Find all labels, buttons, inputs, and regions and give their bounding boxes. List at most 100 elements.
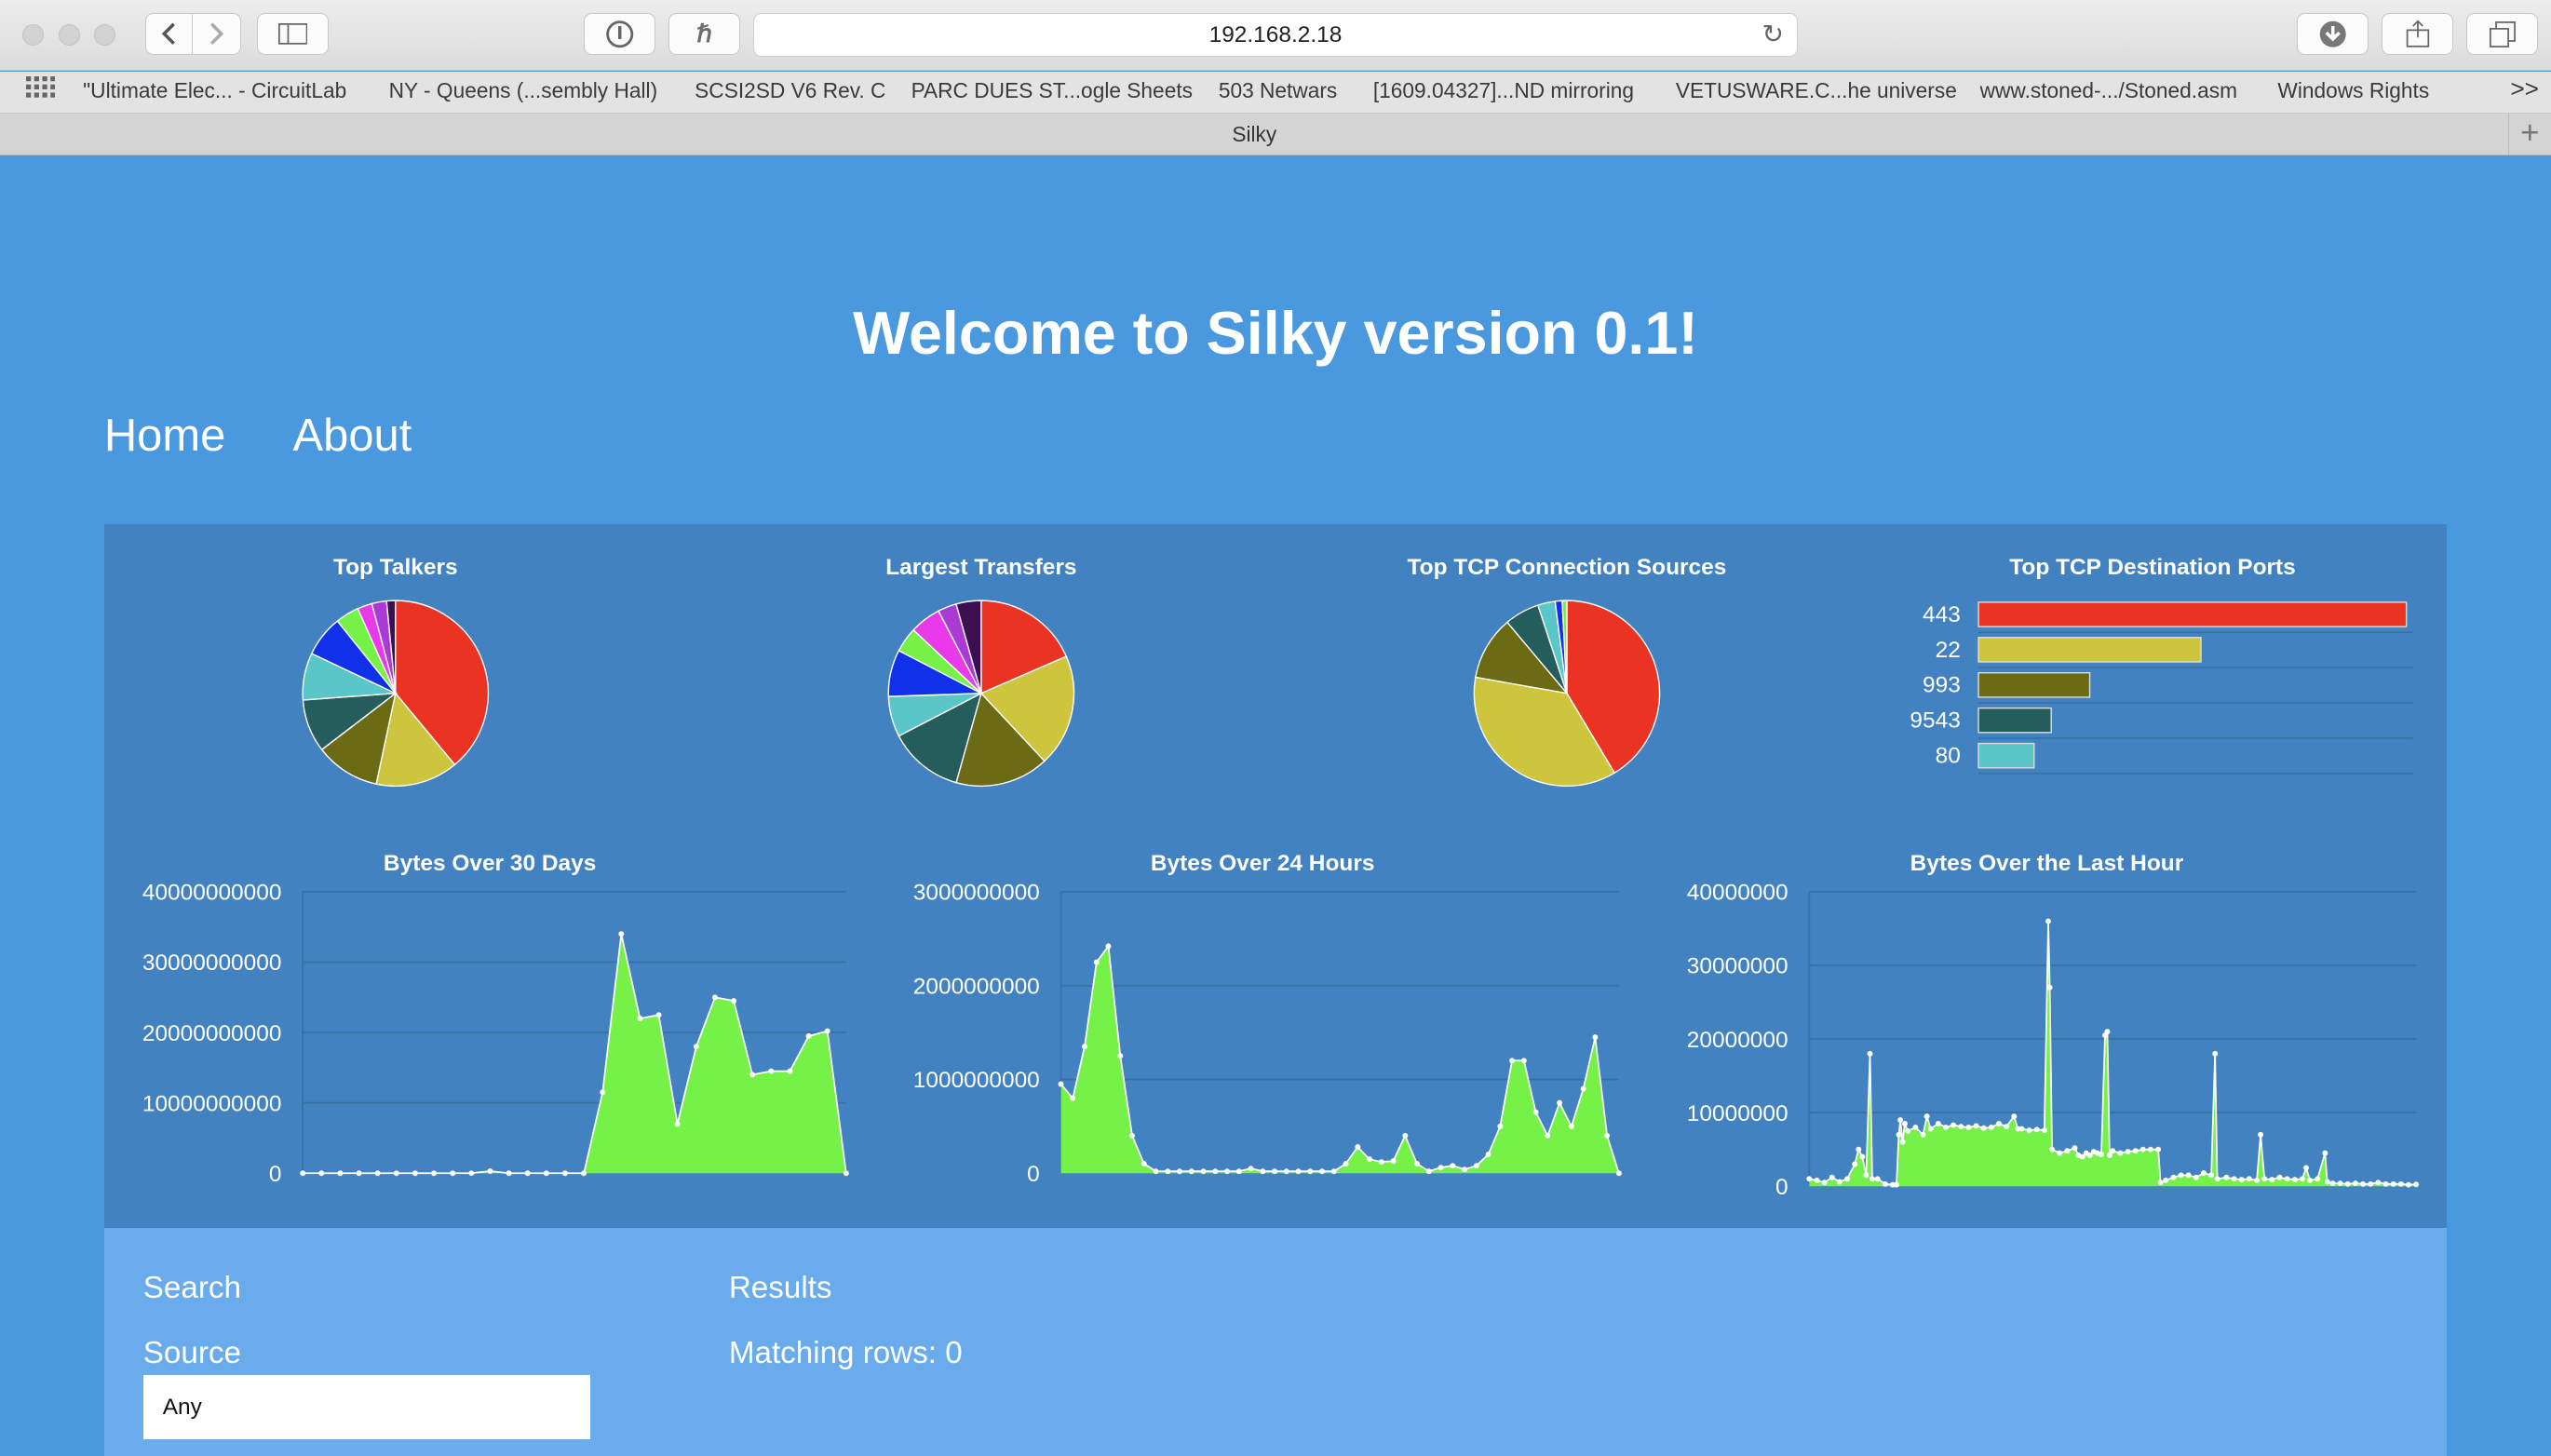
data-point <box>1806 1176 1813 1181</box>
tab-silky[interactable]: Silky <box>0 122 2509 147</box>
bookmark-item[interactable]: SCSI2SD V6 Rev. C <box>695 78 885 103</box>
bar-label: 9543 <box>1910 708 1960 733</box>
data-point <box>1128 1132 1135 1139</box>
data-point <box>1829 1174 1835 1180</box>
data-point <box>2315 1176 2321 1181</box>
data-point <box>2390 1180 2396 1187</box>
apps-grid-icon[interactable] <box>25 76 56 104</box>
data-point <box>1081 1043 1087 1049</box>
data-point <box>1461 1166 1467 1172</box>
y-tick-label: 20000000 <box>1687 1027 1788 1052</box>
bar <box>1977 636 2202 663</box>
data-point <box>2329 1180 2336 1186</box>
data-point <box>561 1169 568 1176</box>
data-point <box>1852 1161 1858 1167</box>
data-point <box>2064 1147 2071 1153</box>
data-point <box>730 997 736 1004</box>
data-point <box>2057 1150 2062 1156</box>
bookmarks-bar: "Ultimate Elec... - CircuitLab NY - Quee… <box>0 71 2551 114</box>
data-point <box>1343 1160 1349 1166</box>
bookmark-item[interactable]: "Ultimate Elec... - CircuitLab <box>83 78 346 103</box>
bar-label: 22 <box>1935 637 1960 662</box>
data-point <box>2193 1174 2199 1180</box>
bookmark-item[interactable]: 503 Netwars <box>1219 78 1337 103</box>
data-point <box>1497 1123 1504 1129</box>
close-window-icon[interactable] <box>22 24 45 46</box>
forward-icon <box>209 22 224 46</box>
data-point <box>1413 1160 1420 1166</box>
bookmark-item[interactable]: Windows Rights <box>2277 78 2429 103</box>
data-point <box>2397 1180 2404 1187</box>
show-tabs-button[interactable] <box>2466 12 2538 56</box>
browser-toolbar: ℏ 192.168.2.18 ↻ <box>0 0 2551 72</box>
data-point <box>2046 984 2053 991</box>
data-point <box>1283 1167 1289 1174</box>
bookmark-item[interactable]: [1609.04327]...ND mirroring <box>1373 78 1634 103</box>
matching-rows-count: Matching rows: 0 <box>728 1335 963 1370</box>
sidebar-icon <box>277 23 308 46</box>
data-point <box>1905 1127 1911 1134</box>
data-point <box>2178 1172 2184 1178</box>
data-point <box>487 1167 493 1174</box>
data-point <box>2132 1147 2139 1153</box>
data-point <box>2322 1150 2328 1156</box>
data-point <box>1188 1167 1195 1174</box>
data-point <box>1153 1167 1159 1174</box>
y-tick-label: 3000000000 <box>913 880 1040 905</box>
bookmarks-overflow-button[interactable]: >> <box>2510 74 2539 103</box>
data-point <box>1899 1139 1906 1145</box>
source-input[interactable] <box>142 1374 591 1440</box>
share-button[interactable] <box>2382 12 2454 56</box>
data-point <box>2382 1180 2389 1187</box>
bar <box>1977 671 2091 698</box>
data-point <box>1141 1160 1147 1166</box>
data-point <box>543 1169 549 1176</box>
data-point <box>2375 1179 2382 1185</box>
data-point <box>318 1169 325 1176</box>
data-point <box>1235 1167 1242 1174</box>
data-point <box>1863 1172 1869 1178</box>
new-tab-icon[interactable]: + <box>2507 114 2551 155</box>
y-tick-label: 0 <box>269 1162 282 1187</box>
data-point <box>1378 1158 1384 1165</box>
back-button[interactable] <box>144 12 194 56</box>
chart-title: Top Talkers <box>333 555 458 580</box>
data-point <box>2291 1176 2298 1182</box>
y-tick-label: 10000000000 <box>142 1091 282 1116</box>
data-point <box>1882 1180 1888 1187</box>
data-point <box>2163 1177 2169 1183</box>
bookmark-item[interactable]: NY - Queens (...sembly Hall) <box>389 78 658 103</box>
data-point <box>1390 1157 1397 1164</box>
bookmark-item[interactable]: www.stoned-.../Stoned.asm <box>1980 78 2237 103</box>
data-point <box>1867 1050 1873 1057</box>
data-point <box>506 1169 512 1176</box>
password-button[interactable] <box>584 12 656 56</box>
page-title: Welcome to Silky version 0.1! <box>853 298 1698 367</box>
chart-title: Top TCP Destination Ports <box>2009 555 2296 580</box>
bookmark-item[interactable]: VETUSWARE.C...he universe <box>1676 78 1957 103</box>
data-point <box>1520 1058 1527 1063</box>
bookmark-item[interactable]: PARC DUES ST...ogle Sheets <box>911 78 1193 103</box>
reload-icon[interactable]: ↻ <box>1762 19 1784 49</box>
nav-about-link[interactable]: About <box>293 410 412 462</box>
dashboard-panel: Top Talkers Largest Transfers Top TCP Conn… <box>103 523 2448 1229</box>
honey-button[interactable]: ℏ <box>668 12 741 56</box>
data-point <box>2200 1169 2207 1176</box>
data-point <box>1896 1116 1903 1123</box>
results-heading: Results <box>728 1270 832 1305</box>
nav-home-link[interactable]: Home <box>104 410 225 462</box>
minimize-window-icon[interactable] <box>58 24 80 46</box>
downloads-button[interactable] <box>2297 12 2369 56</box>
address-bar[interactable]: 192.168.2.18 ↻ <box>753 12 1798 58</box>
data-point <box>674 1121 681 1126</box>
data-point <box>2306 1177 2313 1183</box>
forward-button[interactable] <box>192 12 241 56</box>
data-point <box>2048 1146 2055 1153</box>
bar-label: 993 <box>1923 672 1961 697</box>
zoom-window-icon[interactable] <box>94 24 116 46</box>
data-point <box>655 1011 662 1018</box>
sidebar-button[interactable] <box>257 12 329 56</box>
data-point <box>300 1169 305 1176</box>
data-point <box>2284 1176 2290 1181</box>
data-point <box>2147 1146 2153 1153</box>
